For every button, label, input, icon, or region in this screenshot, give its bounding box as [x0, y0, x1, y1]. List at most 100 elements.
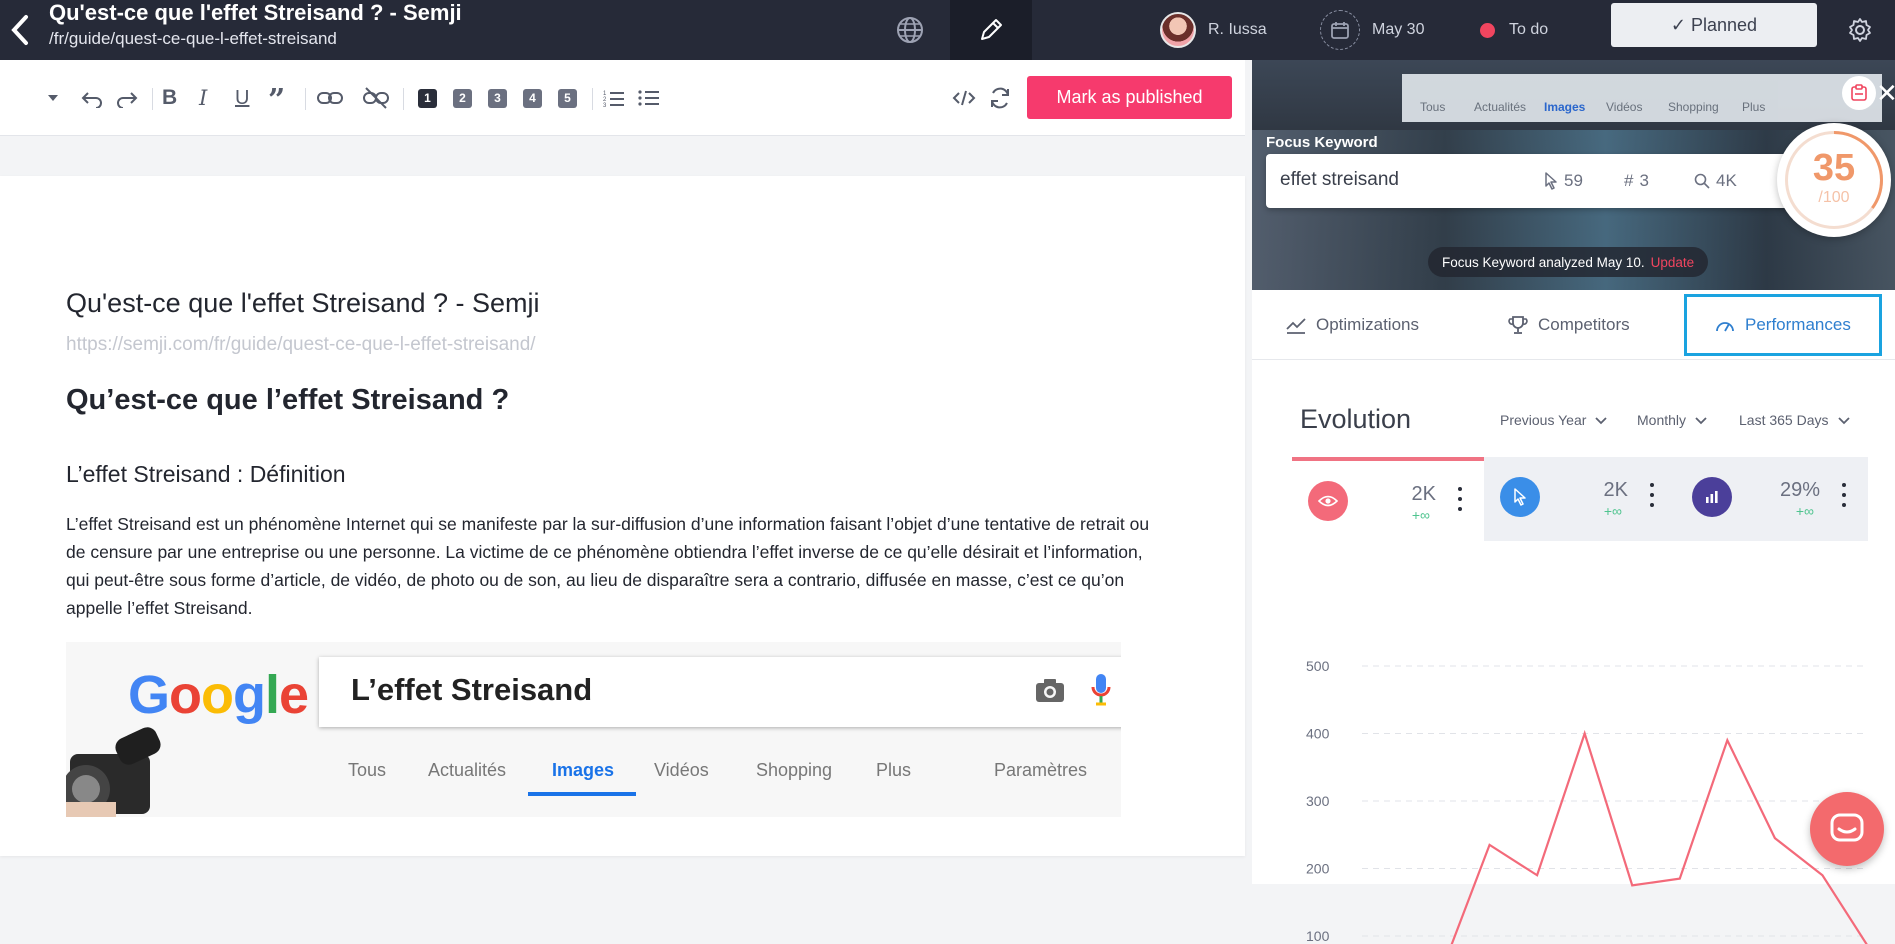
mark-as-published-button[interactable]: Mark as published — [1027, 76, 1232, 119]
article-image[interactable]: Google L’effet Streisand Tous Actualités… — [66, 642, 1121, 817]
status-dot-icon — [1480, 23, 1495, 38]
heading-5-button[interactable]: 5 — [558, 84, 577, 112]
hero-tab: Tous — [1420, 100, 1445, 114]
quote-icon[interactable]: ” — [268, 86, 285, 114]
y-tick-label: 500 — [1306, 658, 1330, 674]
assignee[interactable]: R. Iussa — [1160, 8, 1267, 52]
tab-optimizations[interactable]: Optimizations — [1286, 290, 1419, 360]
clicks-stat: 59 — [1544, 171, 1583, 191]
unlink-icon[interactable] — [362, 84, 390, 112]
hero-tab: Plus — [1742, 100, 1765, 114]
focus-keyword-value: effet streisand — [1280, 169, 1399, 191]
metric-impressions[interactable]: 2K +∞ — [1292, 457, 1484, 541]
trend-icon — [1286, 316, 1306, 334]
chevron-down-icon[interactable] — [46, 84, 60, 112]
gauge-icon — [1715, 317, 1735, 333]
clipboard-icon[interactable] — [1842, 76, 1876, 110]
image-tabs: Tous Actualités Images Vidéos Shopping P… — [66, 750, 1121, 800]
heading-1-label: 1 — [418, 89, 437, 108]
close-icon[interactable]: ✕ — [1876, 78, 1895, 109]
analyzed-text: Focus Keyword analyzed May 10. — [1442, 255, 1645, 270]
tab-competitors[interactable]: Competitors — [1508, 290, 1630, 360]
top-bar: Qu'est-ce que l'effet Streisand ? - Semj… — [0, 0, 1895, 60]
evolution-title: Evolution — [1300, 404, 1411, 435]
period-dropdown[interactable]: Previous Year — [1500, 412, 1608, 428]
y-tick-label: 300 — [1306, 793, 1330, 809]
heading-1-button[interactable]: 1 — [418, 84, 437, 112]
due-date-label: May 30 — [1372, 21, 1424, 39]
tab-label: Competitors — [1538, 315, 1630, 335]
heading-4-label: 4 — [523, 89, 542, 108]
link-icon[interactable] — [316, 84, 344, 112]
undo-icon[interactable] — [80, 84, 104, 112]
active-tab-underline — [528, 792, 636, 796]
rank-stat: # 3 — [1624, 171, 1649, 191]
image-search-query: L’effet Streisand — [351, 672, 592, 708]
hero-tab: Actualités — [1474, 100, 1526, 114]
edit-pencil-icon[interactable] — [950, 0, 1032, 60]
focus-keyword-field[interactable]: effet streisand 59 # 3 4K — [1266, 154, 1814, 208]
chat-launcher-icon[interactable] — [1810, 792, 1884, 866]
content-score[interactable]: 35 /100 — [1777, 123, 1891, 237]
chevron-down-icon — [1694, 416, 1708, 425]
hero-search-strip: Tous Actualités Images Vidéos Shopping P… — [1402, 74, 1882, 122]
camera-photo-icon — [66, 714, 176, 817]
period-label: Previous Year — [1500, 412, 1586, 428]
eye-icon — [1308, 481, 1348, 521]
more-options-icon[interactable] — [1458, 487, 1462, 511]
page-path: /fr/guide/quest-ce-que-l-effet-streisand — [49, 28, 337, 50]
score-max: /100 — [1777, 189, 1891, 207]
heading-2-button[interactable]: 2 — [453, 84, 472, 112]
heading-2-label: 2 — [453, 89, 472, 108]
y-tick-label: 200 — [1306, 861, 1330, 877]
seo-panel: Tous Actualités Images Vidéos Shopping P… — [1252, 60, 1895, 884]
cursor-icon — [1544, 172, 1558, 190]
page-title: Qu'est-ce que l'effet Streisand ? - Semj… — [49, 0, 462, 26]
analyzed-badge: Focus Keyword analyzed May 10. Update — [1428, 247, 1708, 277]
underline-icon[interactable]: U — [235, 84, 249, 112]
calendar-icon — [1320, 10, 1360, 50]
metric-clicks[interactable]: 2K +∞ — [1484, 457, 1676, 541]
document-page: Qu'est-ce que l'effet Streisand ? - Semj… — [0, 176, 1245, 856]
bullet-list-icon[interactable] — [638, 84, 660, 112]
planned-button[interactable]: ✓ Planned — [1611, 3, 1817, 47]
italic-icon[interactable]: I — [199, 84, 207, 112]
due-date[interactable]: May 30 — [1320, 8, 1424, 52]
metric-cards: 2K +∞ 2K +∞ 29% +∞ — [1292, 457, 1868, 541]
article-paragraph[interactable]: L’effet Streisand est un phénomène Inter… — [66, 510, 1156, 622]
focus-keyword-label: Focus Keyword — [1266, 134, 1378, 151]
gear-icon[interactable] — [1838, 8, 1882, 52]
globe-icon[interactable] — [890, 10, 930, 50]
redo-icon[interactable] — [115, 84, 139, 112]
granularity-label: Monthly — [1637, 412, 1686, 428]
article-heading-1[interactable]: Qu’est-ce que l’effet Streisand ? — [66, 384, 509, 417]
clicks-value: 59 — [1564, 171, 1583, 191]
refresh-icon[interactable] — [988, 84, 1012, 112]
chevron-down-icon — [1594, 416, 1608, 425]
image-tab: Vidéos — [654, 760, 709, 781]
granularity-dropdown[interactable]: Monthly — [1637, 412, 1708, 428]
meta-title[interactable]: Qu'est-ce que l'effet Streisand ? - Semj… — [66, 288, 540, 319]
more-options-icon[interactable] — [1650, 483, 1654, 507]
article-heading-2[interactable]: L’effet Streisand : Définition — [66, 461, 346, 488]
back-arrow-icon[interactable] — [8, 10, 32, 50]
range-dropdown[interactable]: Last 365 Days — [1739, 412, 1851, 428]
heading-4-button[interactable]: 4 — [523, 84, 542, 112]
avatar — [1160, 12, 1196, 48]
update-link[interactable]: Update — [1651, 255, 1695, 270]
heading-3-button[interactable]: 3 — [488, 84, 507, 112]
tab-performances[interactable]: Performances — [1684, 294, 1882, 356]
status-selector[interactable]: To do — [1480, 8, 1548, 52]
hero-tab: Vidéos — [1606, 100, 1642, 114]
heading-3-label: 3 — [488, 89, 507, 108]
more-options-icon[interactable] — [1842, 483, 1846, 507]
metric-delta: +∞ — [1796, 503, 1814, 519]
ordered-list-icon[interactable]: 123 — [603, 84, 625, 112]
tab-label: Performances — [1745, 315, 1851, 335]
code-icon[interactable] — [952, 84, 976, 112]
metric-ctr[interactable]: 29% +∞ — [1676, 457, 1868, 541]
assignee-name: R. Iussa — [1208, 21, 1267, 39]
meta-url[interactable]: https://semji.com/fr/guide/quest-ce-que-… — [66, 334, 536, 356]
bold-icon[interactable]: B — [162, 84, 177, 112]
volume-stat: 4K — [1694, 171, 1737, 191]
